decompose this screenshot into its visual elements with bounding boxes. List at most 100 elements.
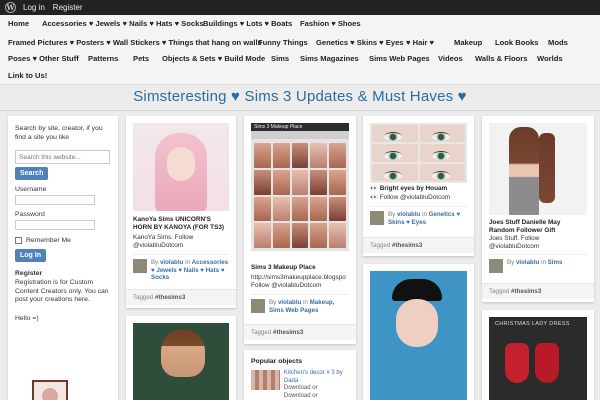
author-link[interactable]: violablu [278,299,301,306]
in-word: in [539,259,548,266]
in-word: in [301,299,310,306]
author-avatar[interactable] [133,259,147,273]
password-field[interactable] [15,220,95,230]
pin-card[interactable]: 👀 Bright eyes by Houam 👀 Follow @violabl… [363,116,474,256]
makeup-thumbnail-grid [254,143,346,248]
main-navigation: Home Accessories ♥ Jewels ♥ Nails ♥ Hats… [0,15,600,85]
pin-tags: Tagged #thesims3 [482,283,594,299]
pin-title[interactable]: Joes Stuff Danielle May Random Follower … [489,219,587,235]
pin-image[interactable] [133,123,229,211]
nav-item-link-to-us[interactable]: Link to Us! [8,71,47,80]
makeup-site-header: Sims 3 Makeup Place [251,123,349,131]
nav-item-look-books[interactable]: Look Books [495,38,538,47]
username-field[interactable] [15,195,95,205]
tagged-label: Tagged [133,294,156,301]
nav-item-worlds[interactable]: Worlds [537,54,563,63]
admin-login-link[interactable]: Log in [23,3,45,12]
author-link[interactable]: violablu [397,211,420,218]
author-link[interactable]: violablu [160,259,183,266]
pin-description: Joes Stuff. Follow @violabluDotcom [489,235,540,250]
pin-card[interactable]: KanoYa Sims UNICORN'S HORN BY KANOYA (FO… [126,116,236,308]
nav-item-buildings[interactable]: Buildings ♥ Lots ♥ Boats [203,19,292,28]
popular-item-download[interactable]: Download or [284,385,318,391]
pin-card[interactable] [126,316,236,400]
author-avatar[interactable] [489,259,503,273]
pin-title[interactable]: 👀 Bright eyes by Houam [370,185,467,193]
register-text: Registration is for Custom Content Creat… [15,279,109,303]
nav-item-pets[interactable]: Pets [133,54,149,63]
by-prefix: By [269,299,278,306]
tag-link[interactable]: #thesims3 [273,329,303,336]
nav-item-sims[interactable]: Sims [271,54,289,63]
tag-link[interactable]: #thesims3 [392,242,422,249]
pin-image[interactable] [133,323,229,400]
tagged-label: Tagged [251,329,274,336]
search-button[interactable]: Search [15,167,49,180]
pin-card[interactable]: Sims 3 Makeup Place Sims 3 Makeup Place … [244,116,356,344]
author-avatar[interactable] [370,211,384,225]
remember-me-label: Remember Me [26,237,71,244]
sidebar: Search by site, creator, if you find a s… [8,116,118,400]
pin-image[interactable] [489,123,587,215]
nav-item-fashion[interactable]: Fashion ♥ Shoes [300,19,361,28]
pin-tags: Tagged #thesims3 [126,289,236,305]
pin-title[interactable]: KanoYa Sims UNICORN'S HORN BY KANOYA (FO… [133,216,229,232]
pin-image[interactable]: CHRISTMAS LADY DRESS [489,317,587,400]
register-heading: Register [15,270,43,277]
pin-description: KanoYa Sims. Follow @violabluDotcom [133,234,194,249]
author-link[interactable]: violablu [516,259,539,266]
sidebar-badge-image[interactable] [32,380,68,400]
nav-item-accessories[interactable]: Accessories ♥ Jewels ♥ Nails ♥ Hats ♥ So… [42,19,204,28]
nav-item-poses[interactable]: Poses ♥ Other Stuff [8,54,79,63]
popular-item-link[interactable]: Kitchen's decor # 3 by Dada [284,370,356,385]
popular-item-download-2[interactable]: Download or [284,393,318,399]
nav-item-genetics[interactable]: Genetics ♥ Skins ♥ Eyes [316,38,404,47]
nav-item-funny-things[interactable]: Funny Things [258,38,308,47]
nav-item-videos[interactable]: Videos [438,54,463,63]
pin-card[interactable] [363,264,474,400]
pin-tags: Tagged #thesims3 [244,324,356,340]
nav-item-sims-web-pages[interactable]: Sims Web Pages [369,54,430,63]
pin-card[interactable]: CHRISTMAS LADY DRESS [482,310,594,400]
nav-item-hair[interactable]: ♥ Hair ♥ [406,38,434,47]
by-prefix: By [388,211,397,218]
tag-link[interactable]: #thesims3 [155,294,185,301]
pin-byline: By violablu in Makeup, Sims Web Pages [251,294,349,314]
pin-byline: By violablu in Accessories ♥ Jewels ♥ Na… [133,254,229,281]
nav-item-objects-sets[interactable]: Objects & Sets ♥ Build Mode [162,54,265,63]
nav-item-sims-magazines[interactable]: Sims Magazines [300,54,359,63]
nav-item-makeup[interactable]: Makeup [454,38,482,47]
in-word: in [183,259,192,266]
admin-register-link[interactable]: Register [53,3,83,12]
tagged-label: Tagged [370,242,393,249]
pin-description: http://sims3makeupplace.blogspo Follow @… [251,274,346,289]
wordpress-icon[interactable]: W [5,2,16,13]
pin-description: 👀 Follow @violabluDotcom [370,194,451,201]
nav-item-home[interactable]: Home [8,19,29,28]
nav-item-walls-floors[interactable]: Walls & Floors [475,54,527,63]
pin-title[interactable]: Sims 3 Makeup Place [251,264,349,272]
search-input[interactable] [15,150,110,164]
site-title[interactable]: Simsteresting ♥ Sims 3 Updates & Must Ha… [0,88,600,105]
tagged-label: Tagged [489,288,512,295]
remember-me-checkbox[interactable] [15,237,22,244]
popular-item[interactable]: Kitchen's decor # 3 by Dada Download or … [251,370,356,400]
pin-image[interactable] [370,271,467,400]
pin-card[interactable]: Joes Stuff Danielle May Random Follower … [482,116,594,302]
nav-item-framed-pictures[interactable]: Framed Pictures ♥ Posters ♥ Wall Sticker… [8,38,262,47]
login-button[interactable]: Log In [15,249,46,262]
nav-item-patterns[interactable]: Patterns [88,54,118,63]
pin-image[interactable]: Sims 3 Makeup Place [251,123,349,251]
category-link[interactable]: Sims [548,259,563,266]
makeup-site-menu [251,131,349,139]
hello-text: Hello =) [15,314,39,322]
username-label: Username [15,186,47,193]
by-prefix: By [151,259,160,266]
pin-image[interactable] [370,123,467,183]
tag-link[interactable]: #thesims3 [511,288,541,295]
remember-me-row[interactable]: Remember Me [15,237,111,244]
popular-item-thumbnail[interactable] [251,370,280,390]
pin-byline: By violablu in Genetics ♥ Skins ♥ Eyes [370,206,467,226]
nav-item-mods[interactable]: Mods [548,38,568,47]
author-avatar[interactable] [251,299,265,313]
